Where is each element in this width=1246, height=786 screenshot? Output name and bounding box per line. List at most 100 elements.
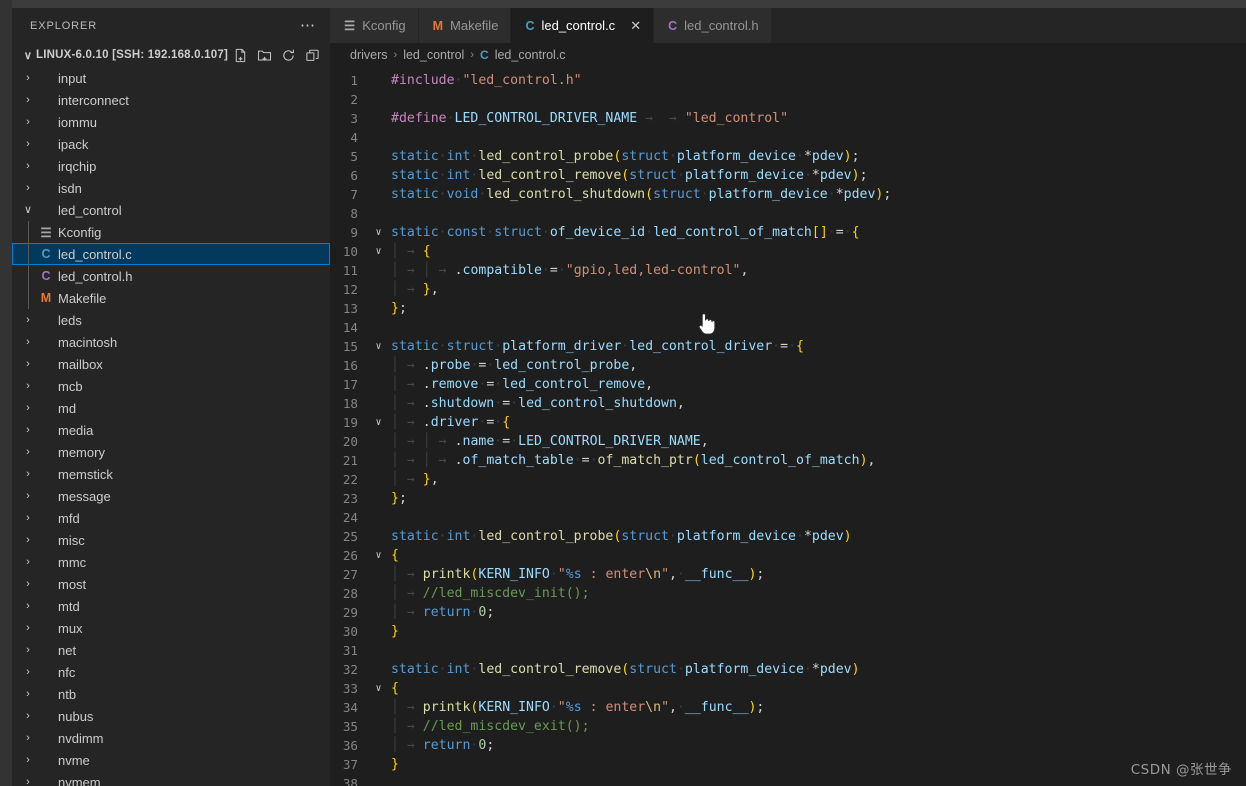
code-line[interactable]: 11 │ → │ → .compatible·=·"gpio,led,led-co…	[330, 261, 1246, 280]
chevron-right-icon[interactable]: ›	[20, 72, 36, 84]
fold-chevron-icon[interactable]: ∨	[370, 546, 387, 565]
code-line[interactable]: 38	[330, 774, 1246, 786]
chevron-right-icon[interactable]: ›	[20, 600, 36, 612]
file-tree[interactable]: › input › interconnect › iommu › ipack › irqchip ›…	[12, 67, 330, 786]
code-line[interactable]: 21 │ → │ → .of_match_table·=·of_match_ptr…	[330, 451, 1246, 470]
chevron-right-icon[interactable]: ›	[20, 688, 36, 700]
chevron-right-icon[interactable]: ›	[20, 116, 36, 128]
code-line[interactable]: 20 │ → │ → .name·=·LED_CONTROL_DRIVER_NAM…	[330, 432, 1246, 451]
new-folder-icon[interactable]	[257, 48, 272, 63]
code-line[interactable]: 22 │ → },	[330, 470, 1246, 489]
chevron-right-icon[interactable]: ›	[20, 336, 36, 348]
tree-folder-macintosh[interactable]: › macintosh	[12, 331, 330, 353]
tab-Makefile[interactable]: M Makefile	[418, 8, 512, 43]
code-line[interactable]: 3 #define·LED_CONTROL_DRIVER_NAME → → "le…	[330, 109, 1246, 128]
chevron-right-icon[interactable]: ›	[20, 314, 36, 326]
chevron-right-icon[interactable]: ›	[20, 512, 36, 524]
tree-folder-memory[interactable]: › memory	[12, 441, 330, 463]
code-line[interactable]: 15 ∨ static·struct·platform_driver·led_con…	[330, 337, 1246, 356]
collapse-all-icon[interactable]	[305, 48, 320, 63]
tree-folder-mmc[interactable]: › mmc	[12, 551, 330, 573]
tree-file-Makefile[interactable]: M Makefile	[12, 287, 330, 309]
code-line[interactable]: 18 │ → .shutdown·=·led_control_shutdown,	[330, 394, 1246, 413]
code-line[interactable]: 29 │ → return·0;	[330, 603, 1246, 622]
code-line[interactable]: 24	[330, 508, 1246, 527]
code-line[interactable]: 30}	[330, 622, 1246, 641]
tree-file-led_control.h[interactable]: Cled_control.h	[12, 265, 330, 287]
fold-chevron-icon[interactable]: ∨	[370, 223, 387, 242]
tree-folder-leds[interactable]: › leds	[12, 309, 330, 331]
fold-chevron-icon[interactable]: ∨	[370, 413, 387, 432]
chevron-right-icon[interactable]: ›	[20, 424, 36, 436]
tree-folder-most[interactable]: › most	[12, 573, 330, 595]
fold-chevron-icon[interactable]: ∨	[370, 242, 387, 261]
code-line[interactable]: 6 static·int·led_control_remove(struct·pl…	[330, 166, 1246, 185]
chevron-right-icon[interactable]: ›	[20, 182, 36, 194]
refresh-icon[interactable]	[281, 48, 296, 63]
chevron-right-icon[interactable]: ›	[20, 666, 36, 678]
chevron-right-icon[interactable]: ›	[20, 160, 36, 172]
tree-folder-mfd[interactable]: › mfd	[12, 507, 330, 529]
chevron-right-icon[interactable]: ›	[20, 138, 36, 150]
code-line[interactable]: 19 ∨ │ → .driver·=·{	[330, 413, 1246, 432]
tree-file-led_control.c[interactable]: Cled_control.c	[12, 243, 330, 265]
code-line[interactable]: 27 │ → printk(KERN_INFO·"%s : enter\n",·_…	[330, 565, 1246, 584]
code-line[interactable]: 12 │ → },	[330, 280, 1246, 299]
tree-folder-nubus[interactable]: › nubus	[12, 705, 330, 727]
tree-folder-interconnect[interactable]: › interconnect	[12, 89, 330, 111]
chevron-down-icon[interactable]: ∨	[20, 49, 36, 62]
tab-Kconfig[interactable]: ☰ Kconfig	[330, 8, 419, 43]
breadcrumb[interactable]: drivers › led_control › Cled_control.c	[330, 43, 1246, 66]
breadcrumb-item[interactable]: drivers	[350, 48, 388, 62]
code-line[interactable]: 35 │ → //led_miscdev_exit();	[330, 717, 1246, 736]
editor-viewport[interactable]: 1 #include·"led_control.h" 2 3 #define·LED_C…	[330, 66, 1246, 786]
close-icon[interactable]: ✕	[630, 19, 641, 32]
code-line[interactable]: 1 #include·"led_control.h"	[330, 71, 1246, 90]
code-line[interactable]: 4	[330, 128, 1246, 147]
explorer-more-actions-icon[interactable]: ⋯	[292, 18, 324, 33]
code-line[interactable]: 14	[330, 318, 1246, 337]
code-content[interactable]: 1 #include·"led_control.h" 2 3 #define·LED_C…	[330, 66, 1246, 786]
code-line[interactable]: 25 static·int·led_control_probe(struct·pl…	[330, 527, 1246, 546]
tree-folder-mcb[interactable]: › mcb	[12, 375, 330, 397]
tree-folder-ipack[interactable]: › ipack	[12, 133, 330, 155]
chevron-right-icon[interactable]: ›	[20, 358, 36, 370]
chevron-right-icon[interactable]: ›	[20, 578, 36, 590]
chevron-right-icon[interactable]: ›	[20, 776, 36, 786]
tab-led_control.c[interactable]: Cled_control.c ✕	[511, 8, 655, 43]
code-line[interactable]: 8	[330, 204, 1246, 223]
tree-folder-nvmem[interactable]: › nvmem	[12, 771, 330, 786]
chevron-down-icon[interactable]: ∨	[20, 204, 36, 216]
code-line[interactable]: 28 │ → //led_miscdev_init();	[330, 584, 1246, 603]
chevron-right-icon[interactable]: ›	[20, 446, 36, 458]
code-line[interactable]: 32 static·int·led_control_remove(struct·p…	[330, 660, 1246, 679]
tree-folder-nvdimm[interactable]: › nvdimm	[12, 727, 330, 749]
chevron-right-icon[interactable]: ›	[20, 622, 36, 634]
code-line[interactable]: 17 │ → .remove·=·led_control_remove,	[330, 375, 1246, 394]
tree-folder-nfc[interactable]: › nfc	[12, 661, 330, 683]
tab-led_control.h[interactable]: Cled_control.h	[654, 8, 772, 43]
chevron-right-icon[interactable]: ›	[20, 490, 36, 502]
code-line[interactable]: 31	[330, 641, 1246, 660]
breadcrumb-item[interactable]: led_control.c	[495, 48, 566, 62]
tree-folder-net[interactable]: › net	[12, 639, 330, 661]
tree-folder-mux[interactable]: › mux	[12, 617, 330, 639]
chevron-right-icon[interactable]: ›	[20, 94, 36, 106]
chevron-right-icon[interactable]: ›	[20, 732, 36, 744]
chevron-right-icon[interactable]: ›	[20, 644, 36, 656]
chevron-right-icon[interactable]: ›	[20, 380, 36, 392]
code-line[interactable]: 9 ∨ static·const·struct·of_device_id·led_c…	[330, 223, 1246, 242]
code-line[interactable]: 34 │ → printk(KERN_INFO·"%s : enter\n",·_…	[330, 698, 1246, 717]
tree-folder-isdn[interactable]: › isdn	[12, 177, 330, 199]
workspace-root-row[interactable]: ∨ LINUX-6.0.10 [SSH: 192.168.0.107]	[12, 43, 330, 67]
tree-file-Kconfig[interactable]: ☰ Kconfig	[12, 221, 330, 243]
chevron-right-icon[interactable]: ›	[20, 754, 36, 766]
editor-tab-bar[interactable]: ☰ Kconfig M Makefile Cled_control.c ✕ Cled_con…	[330, 8, 1246, 43]
tree-folder-md[interactable]: › md	[12, 397, 330, 419]
code-line[interactable]: 13};	[330, 299, 1246, 318]
chevron-right-icon[interactable]: ›	[20, 402, 36, 414]
tree-folder-message[interactable]: › message	[12, 485, 330, 507]
code-line[interactable]: 23};	[330, 489, 1246, 508]
tree-folder-led_control[interactable]: ∨ led_control	[12, 199, 330, 221]
fold-chevron-icon[interactable]: ∨	[370, 679, 387, 698]
